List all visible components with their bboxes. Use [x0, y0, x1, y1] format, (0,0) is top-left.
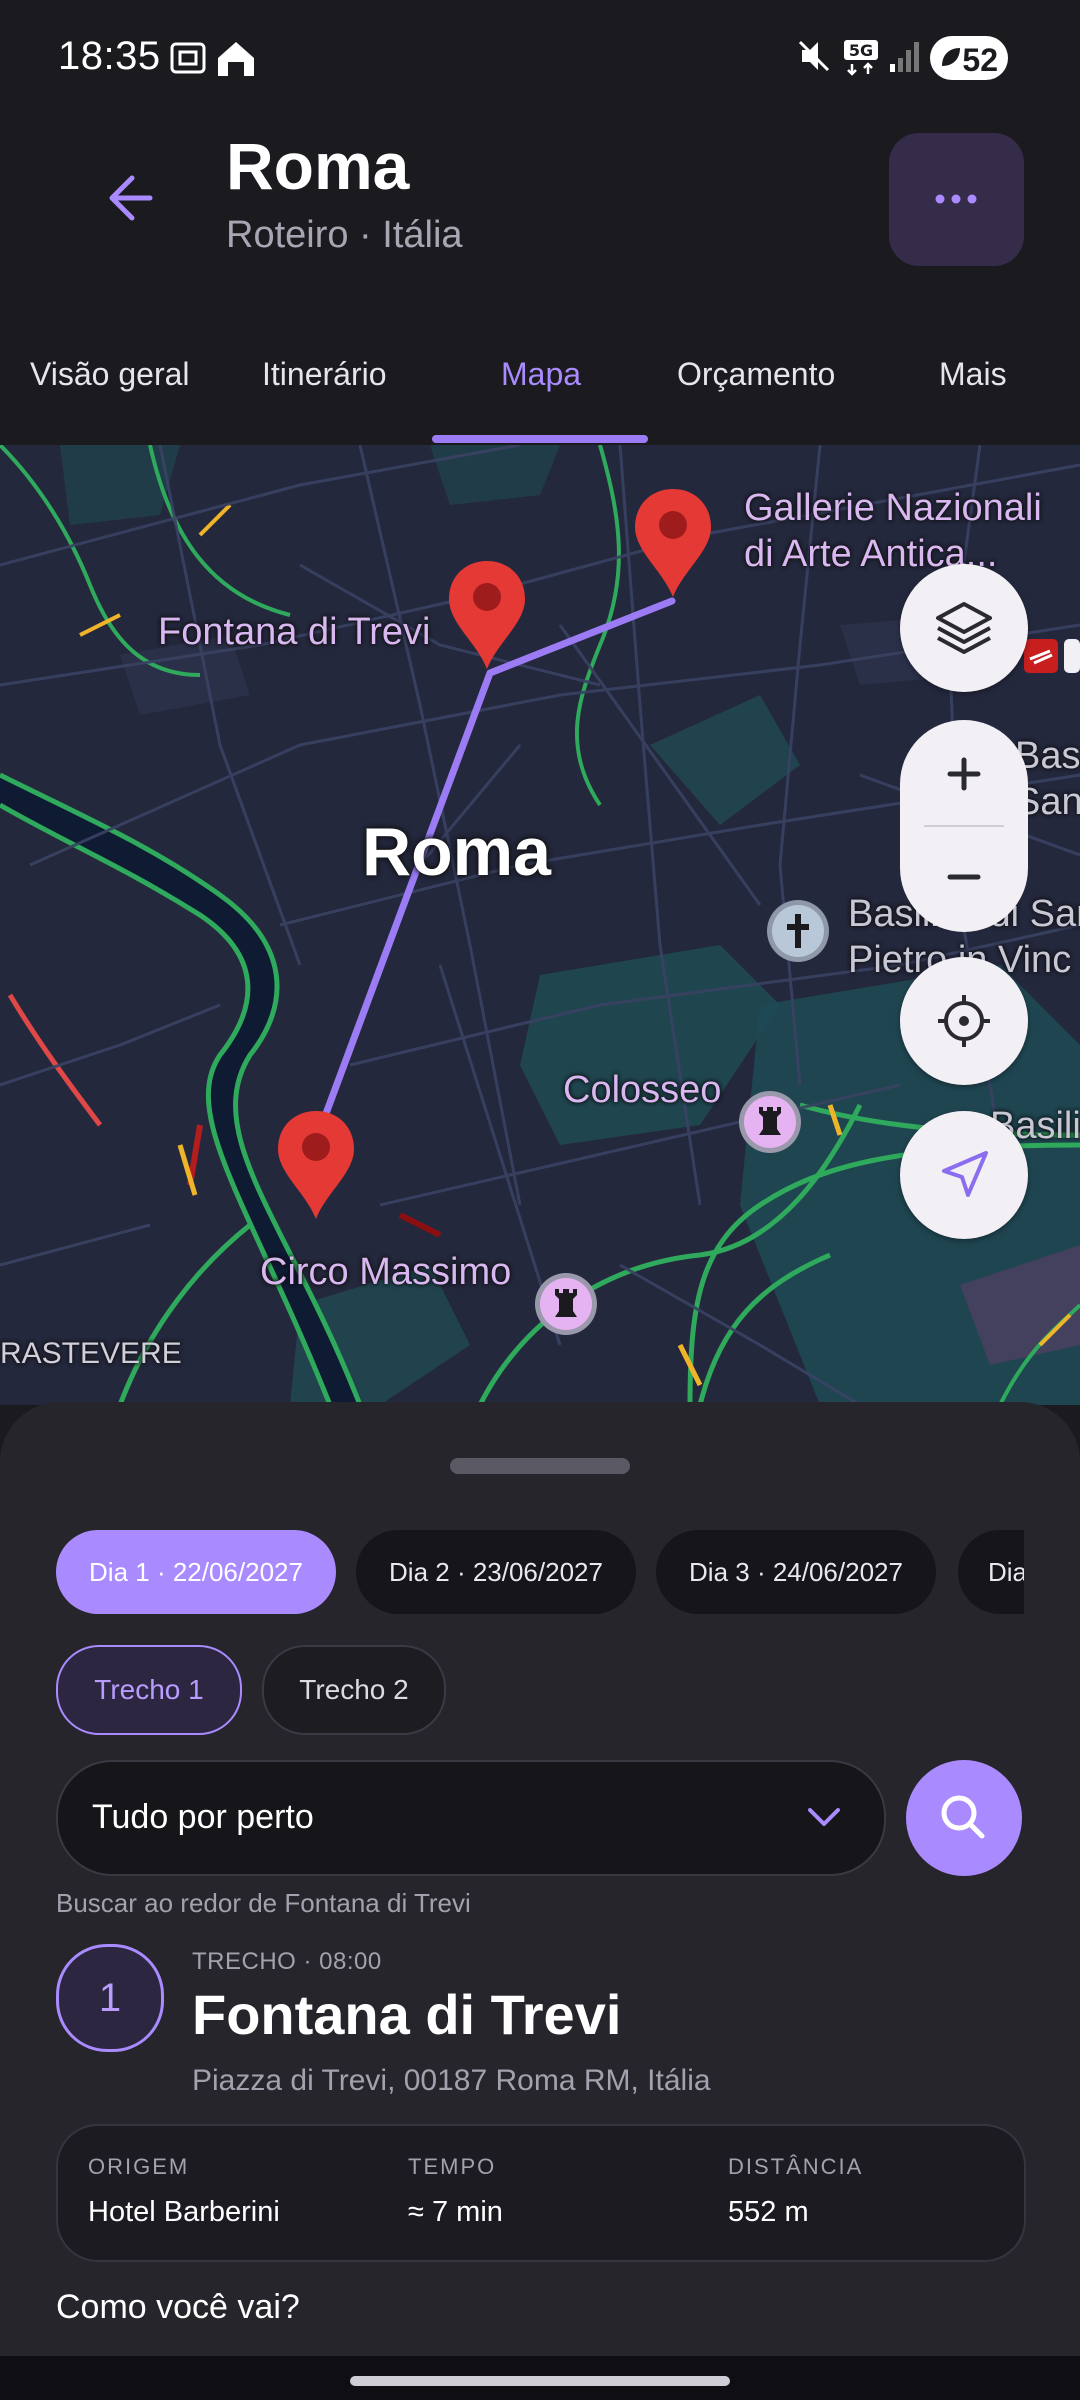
screenshot-icon [170, 42, 206, 74]
segment-chip[interactable]: Trecho 1 [56, 1645, 242, 1735]
tab-budget[interactable]: Orçamento [677, 356, 835, 393]
distance-value: 552 m [728, 2196, 809, 2228]
map-layers-button[interactable] [900, 564, 1028, 692]
landmark-castle-icon[interactable] [533, 1271, 599, 1345]
navigation-button[interactable] [900, 1111, 1028, 1239]
route-info-card: ORIGEM Hotel Barberini TEMPO ≈ 7 min DIS… [56, 2124, 1026, 2262]
map-label-gallerie: Gallerie Nazionali [744, 487, 1042, 529]
page-subtitle: Roteiro · Itália [226, 214, 463, 256]
battery-saver-icon [942, 48, 960, 66]
tab-bar: Visão geral Itinerário Mapa Orçamento Ma… [0, 330, 1080, 445]
search-hint: Buscar ao redor de Fontana di Trevi [56, 1888, 471, 1918]
day-chip[interactable]: Dia [958, 1530, 1024, 1614]
search-button[interactable] [906, 1760, 1022, 1876]
origin-value: Hotel Barberini [88, 2196, 280, 2228]
day-chip[interactable]: Dia 3 · 24/06/2027 [656, 1530, 936, 1614]
zoom-control [900, 720, 1028, 932]
map-marker-icon[interactable] [445, 557, 529, 675]
signal-icon [890, 42, 919, 72]
map-label-circo: Circo Massimo [260, 1251, 512, 1293]
battery-indicator: 52 [930, 36, 1008, 80]
nearby-filter-select[interactable]: Tudo por perto [56, 1760, 886, 1876]
search-icon [941, 1795, 985, 1839]
church-cross-icon[interactable] [765, 898, 831, 972]
status-bar: 18:35 5G 52 [0, 0, 1080, 120]
back-button[interactable] [96, 168, 156, 228]
map-label-fontana: Fontana di Trevi [158, 611, 431, 653]
day-chip[interactable]: Dia 2 · 23/06/2027 [356, 1530, 636, 1614]
tab-more[interactable]: Mais [939, 356, 1007, 393]
svg-text:5G: 5G [849, 41, 873, 60]
layers-icon [936, 602, 992, 654]
locate-me-button[interactable] [900, 957, 1028, 1085]
tab-map[interactable]: Mapa [501, 356, 581, 393]
map-label-trastevere: RASTEVERE [0, 1337, 182, 1370]
more-horizontal-icon [935, 194, 977, 204]
transit-station-icon [1024, 639, 1080, 673]
home-icon [218, 42, 254, 76]
mute-icon [798, 40, 830, 72]
network-5g-icon: 5G [844, 40, 878, 76]
navigation-arrow-icon [942, 1151, 988, 1197]
filter-value: Tudo por perto [92, 1798, 314, 1836]
map-view[interactable]: Gallerie Nazionali di Arte Antica... Fon… [0, 445, 1080, 1405]
distance-label: DISTÂNCIA [728, 2154, 864, 2179]
step-address: Piazza di Trevi, 00187 Roma RM, Itália [192, 2064, 711, 2097]
transport-section-title: Como você vai? [56, 2288, 300, 2326]
segment-chip[interactable]: Trecho 2 [262, 1645, 446, 1735]
origin-label: ORIGEM [88, 2154, 190, 2179]
time-label: TEMPO [408, 2154, 497, 2179]
origin-info: ORIGEM Hotel Barberini [88, 2154, 280, 2229]
map-marker-icon[interactable] [631, 485, 715, 603]
zoom-out-button[interactable] [900, 826, 1028, 932]
crosshair-icon [938, 995, 990, 1047]
zoom-in-button[interactable] [900, 720, 1028, 826]
page-title: Roma [226, 129, 410, 203]
day-selector: Dia 1 · 22/06/2027 Dia 2 · 23/06/2027 Di… [56, 1530, 1024, 1614]
home-indicator[interactable] [350, 2376, 730, 2386]
map-marker-icon[interactable] [274, 1107, 358, 1225]
step-number: 1 [56, 1944, 164, 2052]
time-value: ≈ 7 min [408, 2196, 503, 2228]
more-options-button[interactable] [889, 133, 1024, 266]
chevron-down-icon [808, 1808, 840, 1826]
arrow-left-icon [109, 175, 153, 221]
tab-itinerary[interactable]: Itinerário [262, 356, 387, 393]
active-tab-indicator [432, 435, 648, 443]
step-meta: TRECHO · 08:00 [192, 1948, 382, 1975]
time-info: TEMPO ≈ 7 min [408, 2154, 503, 2229]
sheet-drag-handle[interactable] [450, 1458, 630, 1474]
tab-overview[interactable]: Visão geral [30, 356, 190, 393]
step-title: Fontana di Trevi [192, 1983, 622, 2046]
distance-info: DISTÂNCIA 552 m [728, 2154, 863, 2229]
battery-level: 52 [962, 42, 998, 78]
map-city-label: Roma [362, 814, 551, 890]
status-time: 18:35 [58, 34, 161, 78]
map-label-colosseo: Colosseo [563, 1069, 722, 1111]
day-chip[interactable]: Dia 1 · 22/06/2027 [56, 1530, 336, 1614]
landmark-castle-icon[interactable] [737, 1089, 803, 1163]
